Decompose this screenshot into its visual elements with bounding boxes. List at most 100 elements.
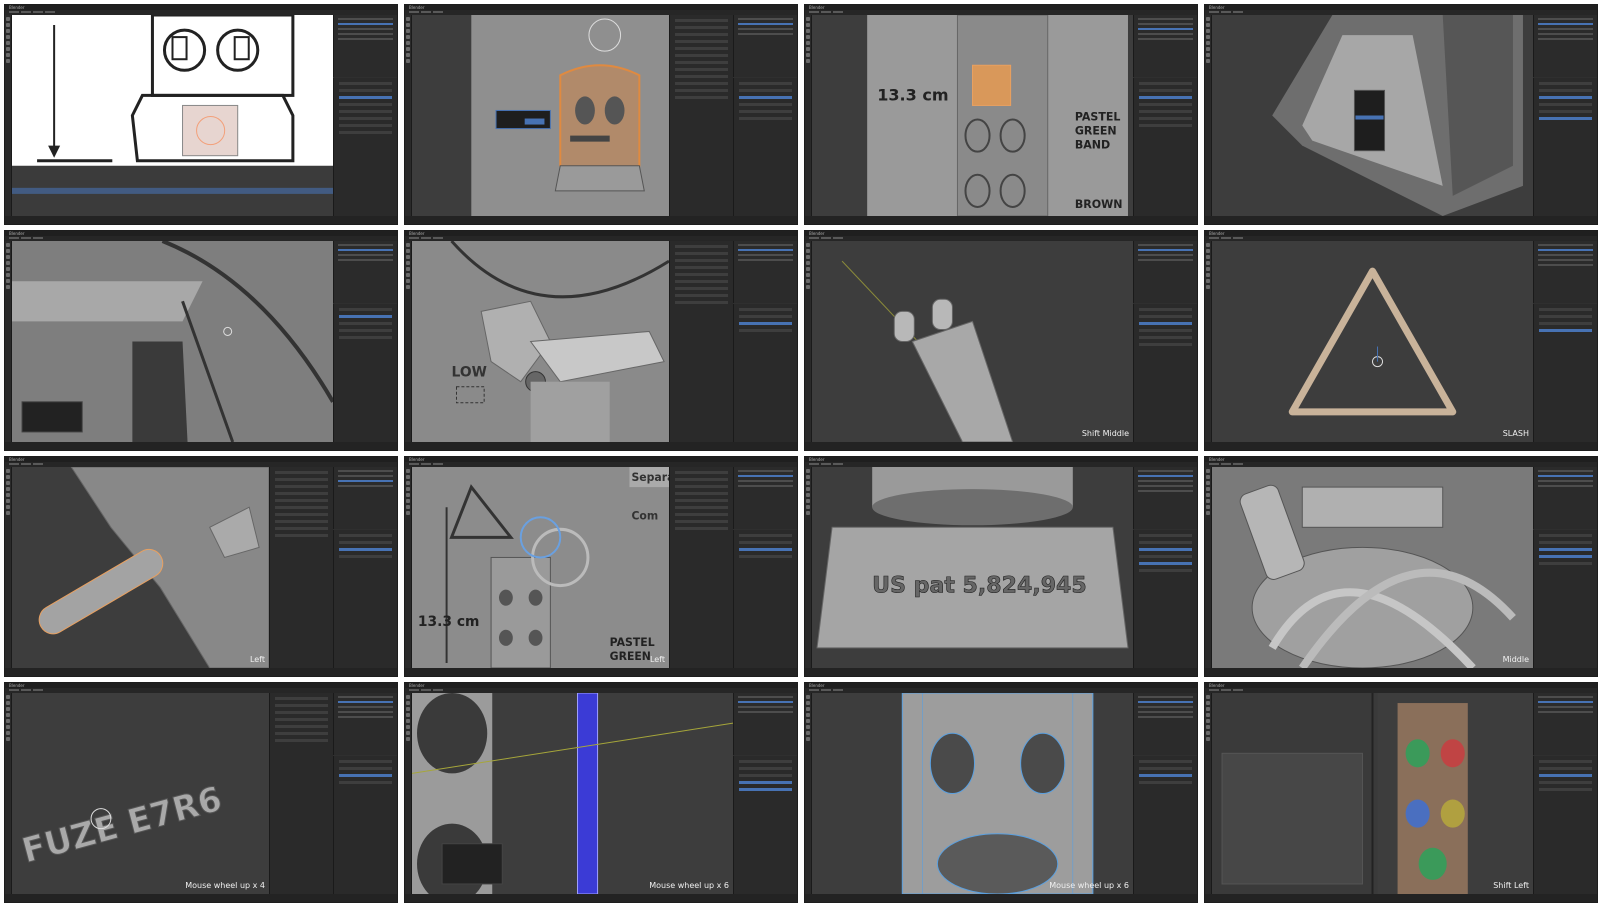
tool-shelf[interactable] bbox=[405, 15, 412, 216]
tile-4[interactable]: Blender bbox=[1204, 4, 1598, 225]
status-bar bbox=[805, 216, 1197, 224]
viewport[interactable]: Middle bbox=[1212, 467, 1533, 668]
status-bar bbox=[5, 894, 397, 902]
tile-10[interactable]: Blender 13.3 cm PASTEL GREEN Separat Co bbox=[404, 456, 798, 677]
uv-editor-and-viewport[interactable]: Shift Left bbox=[1212, 693, 1533, 894]
tool-settings-panel[interactable] bbox=[669, 467, 733, 668]
outliner[interactable] bbox=[733, 467, 797, 529]
properties-panel[interactable] bbox=[1533, 78, 1597, 216]
tool-shelf[interactable] bbox=[5, 467, 12, 668]
viewport[interactable] bbox=[12, 241, 333, 442]
tile-12[interactable]: Blender Middle bbox=[1204, 456, 1598, 677]
properties-panel[interactable] bbox=[733, 78, 797, 216]
tool-shelf[interactable] bbox=[1205, 467, 1212, 668]
tool-shelf[interactable] bbox=[805, 241, 812, 442]
properties-panel[interactable] bbox=[1533, 304, 1597, 442]
properties-panel[interactable] bbox=[1133, 78, 1197, 216]
properties-panel[interactable] bbox=[733, 530, 797, 668]
low-label: LOW bbox=[452, 365, 487, 381]
properties-panel[interactable] bbox=[1133, 756, 1197, 894]
operator-panel[interactable] bbox=[441, 843, 503, 885]
properties-panel[interactable] bbox=[733, 756, 797, 894]
properties-panel[interactable] bbox=[333, 78, 397, 216]
tile-3[interactable]: Blender 13.3 cm PASTEL GREEN BAND BROWN bbox=[804, 4, 1198, 225]
properties-panel[interactable] bbox=[1133, 530, 1197, 668]
tile-14[interactable]: Blender Mouse wheel up x 6 bbox=[404, 682, 798, 903]
outliner[interactable] bbox=[1133, 467, 1197, 529]
tool-shelf[interactable] bbox=[805, 693, 812, 894]
viewport[interactable]: 13.3 cm PASTEL GREEN BAND BROWN bbox=[812, 15, 1133, 216]
viewport[interactable] bbox=[412, 15, 669, 216]
properties-panel[interactable] bbox=[1533, 530, 1597, 668]
outliner[interactable] bbox=[1533, 693, 1597, 755]
tool-shelf[interactable] bbox=[405, 467, 412, 668]
outliner[interactable] bbox=[1133, 241, 1197, 303]
tile-13[interactable]: Blender FUZE E7R6 Mouse wheel up x 4 bbox=[4, 682, 398, 903]
tile-16[interactable]: Blender Shift Left bbox=[1204, 682, 1598, 903]
outliner[interactable] bbox=[333, 241, 397, 303]
outliner[interactable] bbox=[733, 693, 797, 755]
properties-panel[interactable] bbox=[333, 304, 397, 442]
tile-7[interactable]: Blender Shift Middle bbox=[804, 230, 1198, 451]
viewport[interactable]: 13.3 cm PASTEL GREEN Separat Com Left bbox=[412, 467, 669, 668]
viewport[interactable]: SLASH bbox=[1212, 241, 1533, 442]
tile-8[interactable]: Blender SLASH bbox=[1204, 230, 1598, 451]
tool-shelf[interactable] bbox=[5, 693, 12, 894]
outliner[interactable] bbox=[333, 693, 397, 755]
outliner[interactable] bbox=[1533, 467, 1597, 529]
tool-settings-panel[interactable] bbox=[669, 15, 733, 216]
properties-panel[interactable] bbox=[333, 530, 397, 668]
tool-shelf[interactable] bbox=[5, 15, 12, 216]
key-overlay: Left bbox=[249, 655, 265, 664]
tool-settings-panel[interactable] bbox=[269, 467, 333, 668]
outliner[interactable] bbox=[733, 15, 797, 77]
reference-drawing bbox=[12, 15, 333, 194]
viewport[interactable]: LOW bbox=[412, 241, 669, 442]
tool-shelf[interactable] bbox=[805, 15, 812, 216]
tool-settings-panel[interactable] bbox=[669, 241, 733, 442]
properties-panel[interactable] bbox=[1533, 756, 1597, 894]
key-overlay: Mouse wheel up x 6 bbox=[649, 881, 729, 890]
tool-shelf[interactable] bbox=[1205, 693, 1212, 894]
tool-shelf[interactable] bbox=[405, 693, 412, 894]
viewport[interactable]: US pat 5,824,945 bbox=[812, 467, 1133, 668]
properties-panel[interactable] bbox=[1133, 304, 1197, 442]
tool-shelf[interactable] bbox=[805, 467, 812, 668]
tile-11[interactable]: Blender US pat 5,824,945 bbox=[804, 456, 1198, 677]
outliner[interactable] bbox=[1533, 15, 1597, 77]
properties-panel[interactable] bbox=[333, 756, 397, 894]
tile-15[interactable]: Blender Mouse wheel up x 6 bbox=[804, 682, 1198, 903]
outliner[interactable] bbox=[333, 467, 397, 529]
viewport[interactable]: Mouse wheel up x 6 bbox=[812, 693, 1133, 894]
svg-text:BAND: BAND bbox=[1075, 139, 1110, 152]
viewport[interactable] bbox=[12, 15, 333, 216]
tile-5[interactable]: Blender bbox=[4, 230, 398, 451]
dimension-label: 13.3 cm bbox=[418, 614, 480, 630]
viewport[interactable]: Left bbox=[12, 467, 269, 668]
tile-6[interactable]: Blender LOW bbox=[404, 230, 798, 451]
tool-shelf[interactable] bbox=[1205, 241, 1212, 442]
side-label-2: Com bbox=[631, 509, 658, 522]
context-menu[interactable] bbox=[1353, 89, 1386, 152]
tile-9[interactable]: Blender Left bbox=[4, 456, 398, 677]
tool-settings-panel[interactable] bbox=[269, 693, 333, 894]
tile-1[interactable]: Blender bbox=[4, 4, 398, 225]
viewport[interactable]: Mouse wheel up x 6 bbox=[412, 693, 733, 894]
outliner[interactable] bbox=[1533, 241, 1597, 303]
status-bar bbox=[805, 442, 1197, 450]
band-label: PASTEL bbox=[610, 636, 655, 649]
tile-2[interactable]: Blender bbox=[404, 4, 798, 225]
tool-shelf[interactable] bbox=[405, 241, 412, 442]
outliner[interactable] bbox=[1133, 693, 1197, 755]
svg-text:GREEN: GREEN bbox=[1075, 125, 1117, 138]
tool-shelf[interactable] bbox=[1205, 15, 1212, 216]
viewport[interactable]: Shift Middle bbox=[812, 241, 1133, 442]
operator-panel[interactable] bbox=[21, 401, 83, 433]
viewport[interactable]: FUZE E7R6 Mouse wheel up x 4 bbox=[12, 693, 269, 894]
viewport[interactable] bbox=[1212, 15, 1533, 216]
tool-shelf[interactable] bbox=[5, 241, 12, 442]
outliner[interactable] bbox=[333, 15, 397, 77]
outliner[interactable] bbox=[1133, 15, 1197, 77]
outliner[interactable] bbox=[733, 241, 797, 303]
properties-panel[interactable] bbox=[733, 304, 797, 442]
